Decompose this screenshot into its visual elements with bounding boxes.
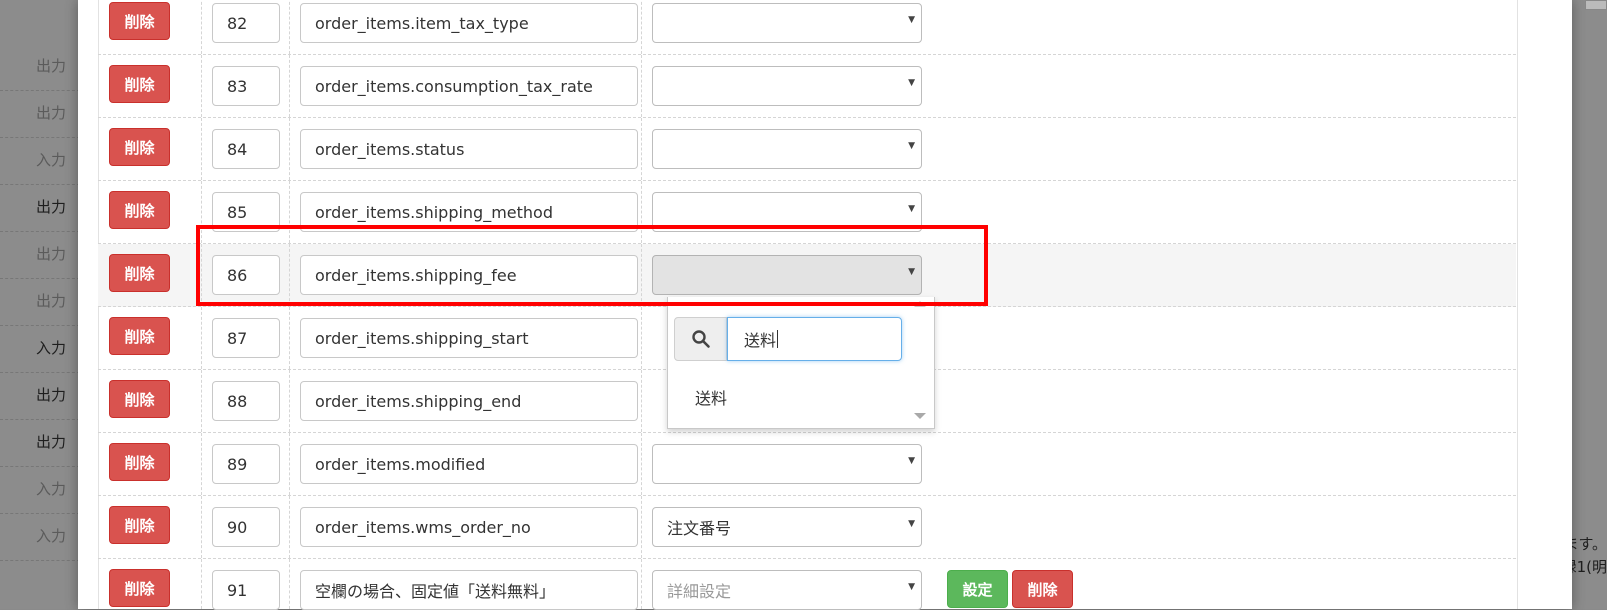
delete-button[interactable]: 削除: [109, 128, 170, 166]
column-name-input[interactable]: order_items.item_tax_type: [300, 3, 638, 43]
caret-down-icon: ▼: [908, 15, 915, 25]
table-row: 削除 83 order_items.consumption_tax_rate ▼: [98, 55, 1516, 118]
mapping-select[interactable]: ▼: [652, 3, 922, 43]
delete-button[interactable]: 削除: [109, 191, 170, 229]
column-name-input[interactable]: 空欄の場合、固定値「送料無料」: [300, 570, 638, 610]
order-number-input[interactable]: 83: [212, 66, 280, 106]
column-name-input[interactable]: order_items.wms_order_no: [300, 507, 638, 547]
detail-settings-select[interactable]: 詳細設定 ▼: [652, 570, 922, 610]
highlight-annotation-box: [196, 225, 988, 306]
order-number-input[interactable]: 88: [212, 381, 280, 421]
column-name-input[interactable]: order_items.shipping_start: [300, 318, 638, 358]
background-window-control: [1585, 0, 1607, 10]
table-row: 削除 84 order_items.status ▼: [98, 118, 1516, 181]
delete-button[interactable]: 削除: [109, 380, 170, 418]
order-number-input[interactable]: 89: [212, 444, 280, 484]
table-row: 削除 90 order_items.wms_order_no 注文番号 ▼: [98, 496, 1516, 559]
caret-down-icon: ▼: [908, 78, 915, 88]
caret-down-icon: ▼: [908, 204, 915, 214]
column-name-input[interactable]: order_items.status: [300, 129, 638, 169]
column-name-input[interactable]: order_items.consumption_tax_rate: [300, 66, 638, 106]
column-name-input[interactable]: order_items.modified: [300, 444, 638, 484]
caret-down-icon: ▼: [908, 582, 915, 592]
mapping-select[interactable]: ▼: [652, 444, 922, 484]
order-number-input[interactable]: 82: [212, 3, 280, 43]
caret-down-icon: ▼: [908, 519, 915, 529]
delete-setting-button[interactable]: 削除: [1012, 570, 1073, 608]
settings-button[interactable]: 設定: [947, 570, 1008, 608]
order-number-input[interactable]: 91: [212, 570, 280, 610]
select-value: 注文番号: [667, 519, 732, 538]
delete-button[interactable]: 削除: [109, 317, 170, 355]
delete-button[interactable]: 削除: [109, 254, 170, 292]
table-row: 削除 91 空欄の場合、固定値「送料無料」 詳細設定 ▼ 設定 削除: [98, 559, 1516, 610]
scroll-down-icon[interactable]: [914, 413, 926, 419]
search-icon: [691, 330, 710, 348]
delete-button[interactable]: 削除: [109, 569, 170, 607]
search-addon: [674, 317, 727, 361]
search-value: 送料: [744, 331, 777, 350]
mapping-select[interactable]: 注文番号 ▼: [652, 507, 922, 547]
mapping-select[interactable]: ▼: [652, 129, 922, 169]
delete-button[interactable]: 削除: [109, 65, 170, 103]
table-row: 削除 89 order_items.modified ▼: [98, 433, 1516, 496]
mapping-select[interactable]: ▼: [652, 66, 922, 106]
table-row: 削除 82 order_items.item_tax_type ▼: [98, 0, 1516, 55]
caret-down-icon: ▼: [908, 456, 915, 466]
delete-button[interactable]: 削除: [109, 2, 170, 40]
select-value: 詳細設定: [667, 582, 732, 601]
delete-button[interactable]: 削除: [109, 506, 170, 544]
order-number-input[interactable]: 84: [212, 129, 280, 169]
order-number-input[interactable]: 87: [212, 318, 280, 358]
dropdown-option[interactable]: 送料: [695, 385, 727, 409]
order-number-input[interactable]: 90: [212, 507, 280, 547]
dropdown-search-input[interactable]: 送料: [727, 317, 902, 361]
caret-down-icon: ▼: [908, 141, 915, 151]
column-name-input[interactable]: order_items.shipping_end: [300, 381, 638, 421]
delete-button[interactable]: 削除: [109, 443, 170, 481]
select-dropdown: 送料 送料: [667, 297, 935, 429]
